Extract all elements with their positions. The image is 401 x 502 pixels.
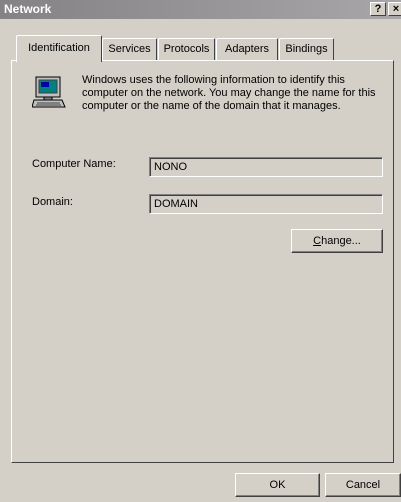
- domain-label: Domain:: [32, 196, 73, 208]
- computer-icon: [32, 76, 66, 108]
- identification-panel: [11, 60, 394, 463]
- tab-services[interactable]: Services: [102, 38, 157, 60]
- computer-name-field[interactable]: NONO: [149, 157, 383, 177]
- computer-name-label: Computer Name:: [32, 158, 116, 170]
- window-title: Network: [4, 2, 52, 16]
- title-bar[interactable]: Network ? ×: [0, 0, 401, 19]
- tab-label: Bindings: [285, 43, 328, 55]
- change-button[interactable]: Change...: [291, 229, 383, 253]
- tab-label: Protocols: [163, 43, 210, 55]
- network-dialog: Network ? × Identification Services Prot…: [0, 0, 401, 502]
- tab-label: Services: [108, 43, 151, 55]
- tab-bindings[interactable]: Bindings: [279, 38, 334, 60]
- ok-label: OK: [269, 479, 286, 491]
- help-icon: ?: [374, 3, 382, 15]
- domain-field[interactable]: DOMAIN: [149, 194, 383, 214]
- close-icon: ×: [392, 3, 400, 15]
- change-mnemonic: C: [313, 235, 322, 247]
- change-label: hange...: [321, 235, 361, 247]
- cancel-button[interactable]: Cancel: [325, 473, 401, 497]
- cancel-label: Cancel: [345, 479, 381, 491]
- tab-label: Identification: [28, 42, 90, 54]
- close-button[interactable]: ×: [388, 2, 401, 16]
- help-button[interactable]: ?: [370, 2, 386, 16]
- ok-button[interactable]: OK: [235, 473, 320, 497]
- tab-protocols[interactable]: Protocols: [158, 38, 215, 60]
- tab-label: Adapters: [224, 43, 270, 55]
- identification-description: Windows uses the following information t…: [82, 74, 376, 112]
- tab-identification[interactable]: Identification: [16, 35, 102, 62]
- computer-name-value: NONO: [150, 158, 382, 176]
- domain-value: DOMAIN: [150, 195, 382, 213]
- tab-adapters[interactable]: Adapters: [216, 38, 278, 60]
